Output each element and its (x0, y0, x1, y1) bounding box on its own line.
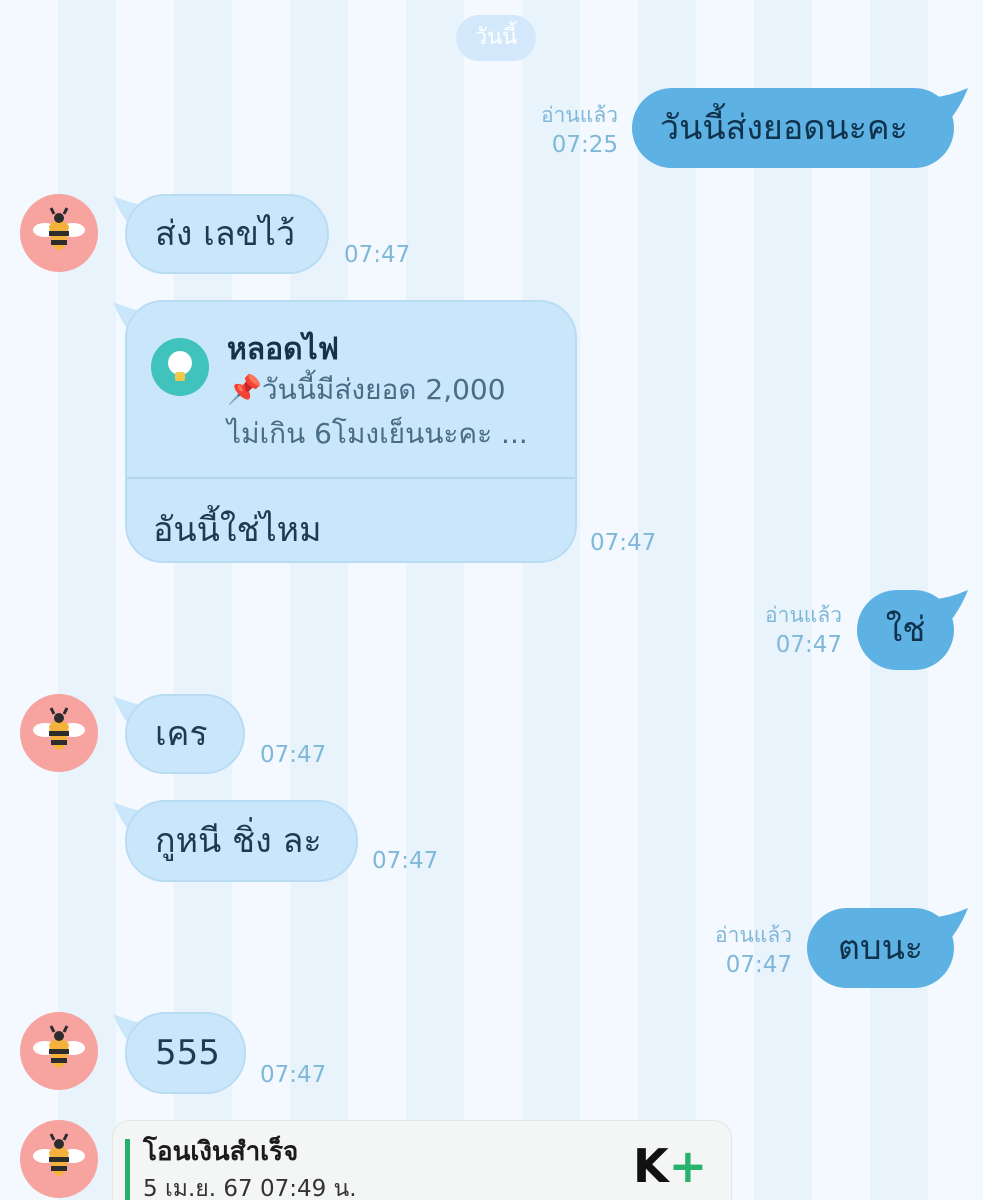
read-label: อ่านแล้ว (715, 923, 792, 947)
message-time: 07:47 (725, 952, 792, 978)
reply-message-bubble[interactable]: หลอดไฟ 📌วันนี้มีส่งยอด 2,000 ไม่เกิน 6โม… (125, 300, 577, 563)
quoted-text-line: ไม่เกิน 6โมงเย็นนะคะ ... (227, 417, 528, 450)
message-bubble-incoming[interactable]: ส่ง เลขไว้ (125, 194, 329, 274)
slip-title: โอนเงินสำเร็จ (143, 1137, 299, 1167)
bee-icon (33, 1133, 85, 1176)
slip-datetime: 5 เม.ย. 67 07:49 น. (143, 1176, 357, 1200)
read-label: อ่านแล้ว (765, 603, 842, 627)
message-time: 07:47 (260, 1062, 327, 1088)
reply-text: อันนี้ใช่ไหม (153, 510, 322, 550)
avatar[interactable] (20, 1120, 98, 1198)
kplus-logo: K+ (633, 1139, 707, 1193)
kplus-logo-k: K (633, 1139, 669, 1193)
message-bubble-incoming[interactable]: เคร (125, 694, 245, 774)
message-time: 07:47 (344, 242, 411, 268)
message-time: 07:47 (372, 848, 439, 874)
divider (127, 477, 575, 479)
kplus-logo-plus: + (668, 1139, 708, 1193)
message-time: 07:47 (775, 632, 842, 658)
read-label: อ่านแล้ว (541, 103, 618, 127)
avatar[interactable] (20, 1012, 98, 1090)
message-bubble-incoming[interactable]: 555 (125, 1012, 246, 1094)
avatar[interactable] (20, 694, 98, 772)
message-time: 07:47 (590, 530, 657, 556)
message-bubble-incoming[interactable]: กูหนี ชิ่ง ละ (125, 800, 358, 882)
transfer-slip-image[interactable]: โอนเงินสำเร็จ 5 เม.ย. 67 07:49 น. K+ (112, 1120, 732, 1200)
message-time: 07:47 (260, 742, 327, 768)
quoted-sender: หลอดไฟ (227, 332, 339, 367)
message-bubble-outgoing[interactable]: วันนี้ส่งยอดนะคะ (632, 88, 954, 168)
avatar[interactable] (20, 194, 98, 272)
bee-icon (33, 707, 85, 750)
accent-bar (125, 1139, 130, 1200)
read-receipt: อ่านแล้ว 07:47 (674, 920, 792, 980)
read-receipt: อ่านแล้ว 07:47 (724, 600, 842, 660)
bubble-tail (930, 908, 968, 942)
bubble-tail (930, 88, 968, 122)
quoted-text-line: 📌วันนี้มีส่งยอด 2,000 (227, 373, 506, 406)
bubble-tail (930, 590, 968, 624)
bee-icon (33, 207, 85, 250)
date-divider: วันนี้ (456, 15, 536, 61)
read-receipt: อ่านแล้ว 07:25 (500, 100, 618, 160)
bee-icon (33, 1025, 85, 1068)
lightbulb-icon (151, 338, 209, 396)
message-time: 07:25 (551, 132, 618, 158)
